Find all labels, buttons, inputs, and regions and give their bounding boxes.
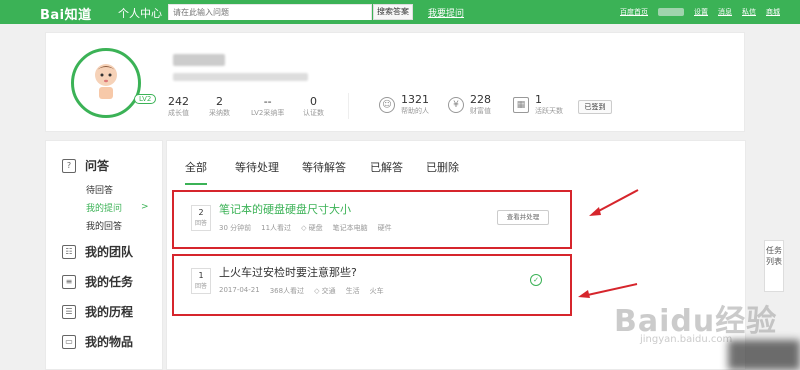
ask-question-link[interactable]: 我要提问 xyxy=(428,6,464,19)
box-icon: ▭ xyxy=(62,334,76,349)
stat-certified: 0 认证数 xyxy=(303,95,324,117)
resolved-check-icon: ✓ xyxy=(530,274,542,286)
baidu-jingyan-watermark: Baidu经验 jingyan.baidu.com xyxy=(614,304,778,345)
question-meta: 30 分钟前 11人看过 ◇ 硬盘 笔记本电脑 硬件 xyxy=(219,223,392,233)
signed-in-button[interactable]: 已签到 xyxy=(578,100,612,114)
task-list-float-button[interactable]: 任务列表 xyxy=(764,240,784,292)
tag[interactable]: 笔记本电脑 xyxy=(333,223,368,233)
stat-adopted: 2 采纳数 xyxy=(209,95,230,117)
view-and-handle-button[interactable]: 查看并处理 xyxy=(497,210,549,225)
tab-answered[interactable]: 已解答 xyxy=(370,159,403,183)
tag[interactable]: 硬件 xyxy=(378,223,392,233)
search-input[interactable] xyxy=(169,5,371,20)
stat-wealth: ¥ 228 财富值 xyxy=(448,93,491,116)
tag[interactable]: 火车 xyxy=(370,286,384,296)
annotation-arrows xyxy=(578,189,639,298)
mall-link[interactable]: 商城 xyxy=(766,7,780,17)
baidu-zhidao-logo[interactable]: Bai知道 xyxy=(40,4,92,23)
profile-card: LV2 242 成长值 2 采纳数 -- LV2采纳率 0 认证数 ☺ 1321 帮助的人… xyxy=(45,32,745,132)
chevron-right-icon: > xyxy=(141,202,149,212)
sidebar-item-qa[interactable]: ? 问答 xyxy=(62,157,109,174)
divider xyxy=(348,93,349,119)
question-meta: 2017-04-21 368人看过 ◇ 交通 生活 火车 xyxy=(219,286,384,296)
baby-avatar-icon xyxy=(95,64,117,99)
team-icon: ☷ xyxy=(62,244,76,259)
tab-awaiting-answer[interactable]: 等待解答 xyxy=(302,159,346,183)
sidebar-sub-my-questions[interactable]: 我的提问 xyxy=(86,201,122,214)
top-nav-bar: Bai知道 个人中心 搜索答案 我要提问 百度首页 设置 消息 私信 商城 xyxy=(0,0,800,24)
sidebar-sub-to-answer[interactable]: 待回答 xyxy=(86,183,113,196)
section-title[interactable]: 个人中心 xyxy=(118,5,162,21)
sidebar-item-items[interactable]: ▭ 我的物品 xyxy=(62,333,133,350)
tab-deleted[interactable]: 已删除 xyxy=(426,159,459,183)
wealth-icon: ¥ xyxy=(448,96,464,113)
search-box xyxy=(168,4,372,20)
username-blurred[interactable] xyxy=(658,8,684,16)
sidebar-item-history[interactable]: ☰ 我的历程 xyxy=(62,303,133,320)
tab-pending[interactable]: 等待处理 xyxy=(235,159,279,183)
private-msg-link[interactable]: 私信 xyxy=(742,7,756,17)
sidebar-item-team[interactable]: ☷ 我的团队 xyxy=(62,243,133,260)
tab-all[interactable]: 全部 xyxy=(185,159,207,185)
messages-link[interactable]: 消息 xyxy=(718,7,732,17)
stat-growth: 242 成长值 xyxy=(168,95,189,117)
stat-adopt-rate: -- LV2采纳率 xyxy=(251,95,285,117)
calendar-icon: ▦ xyxy=(513,96,529,113)
task-icon: ≡ xyxy=(62,274,76,289)
stat-active-days: ▦ 1 活跃天数 xyxy=(513,93,563,116)
user-icon: ☺ xyxy=(379,96,395,113)
sidebar-item-tasks[interactable]: ≡ 我的任务 xyxy=(62,273,133,290)
question-title[interactable]: 笔记本的硬盘硬盘尺寸大小 xyxy=(219,201,351,217)
home-link[interactable]: 百度首页 xyxy=(620,7,648,17)
stat-helped: ☺ 1321 帮助的人 xyxy=(379,93,429,116)
top-links: 百度首页 设置 消息 私信 商城 xyxy=(620,7,780,17)
question-title[interactable]: 上火车过安检时要注意那些? xyxy=(219,264,357,280)
settings-link[interactable]: 设置 xyxy=(694,7,708,17)
answer-count: 2 回答 xyxy=(191,205,211,231)
sidebar-sub-my-answers[interactable]: 我的回答 xyxy=(86,219,122,232)
tag[interactable]: 生活 xyxy=(346,286,360,296)
level-badge[interactable]: LV2 xyxy=(134,94,157,104)
question-icon: ? xyxy=(62,158,76,173)
user-info-blurred xyxy=(173,73,308,81)
question-row[interactable]: 2 回答 笔记本的硬盘硬盘尺寸大小 30 分钟前 11人看过 ◇ 硬盘 笔记本电… xyxy=(175,193,573,251)
answer-count: 1 回答 xyxy=(191,268,211,294)
sidebar: ? 问答 待回答 我的提问 > 我的回答 ☷ 我的团队 ≡ 我的任务 ☰ 我的历… xyxy=(45,140,163,370)
blurred-corner xyxy=(728,340,800,370)
tag-icon: ◇ 硬盘 xyxy=(301,224,323,232)
username-blurred xyxy=(173,54,225,66)
history-icon: ☰ xyxy=(62,304,76,319)
search-button[interactable]: 搜索答案 xyxy=(373,4,413,20)
tag-icon: ◇ 交通 xyxy=(314,287,336,295)
question-row[interactable]: 1 回答 上火车过安检时要注意那些? 2017-04-21 368人看过 ◇ 交… xyxy=(175,256,573,314)
avatar[interactable] xyxy=(71,48,141,118)
